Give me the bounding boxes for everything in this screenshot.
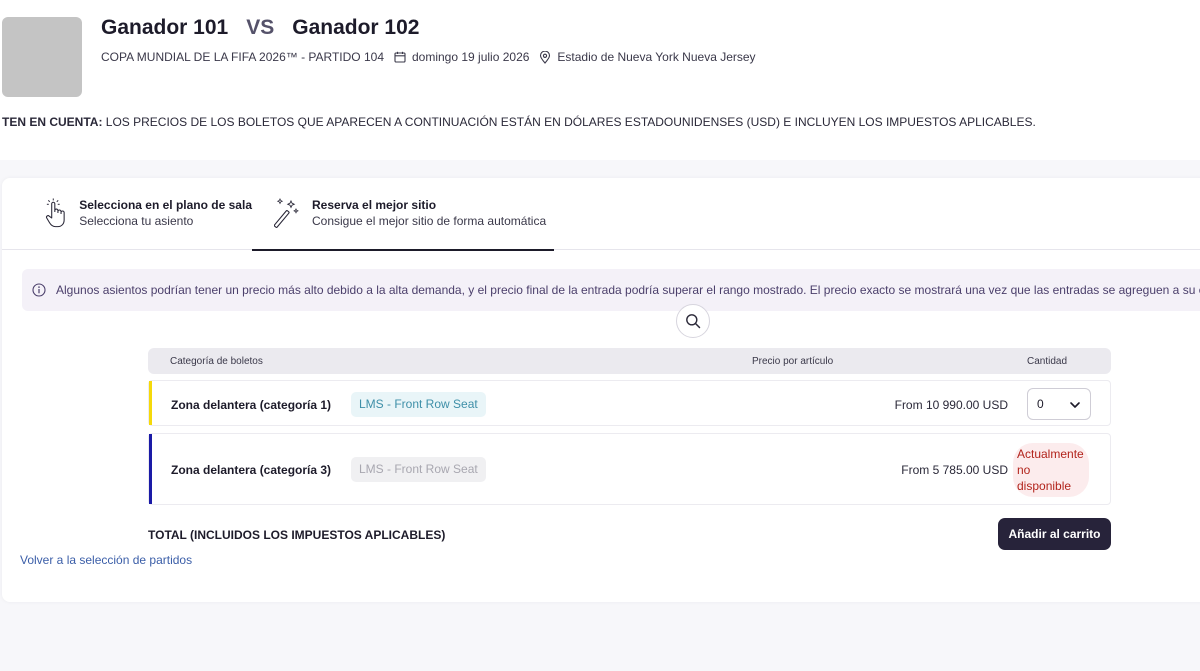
ticket-table-header: Categoría de boletos Precio por artículo…	[148, 348, 1111, 374]
magic-wand-icon	[274, 198, 299, 228]
header-price: Precio por artículo	[752, 356, 834, 367]
venue-label: Estadio de Nueva York Nueva Jersey	[557, 50, 756, 64]
match-date: domingo 19 julio 2026	[412, 50, 530, 64]
price-notice: TEN EN CUENTA: LOS PRECIOS DE LOS BOLETO…	[2, 115, 1036, 129]
row-price: From 5 785.00 USD	[901, 463, 1008, 477]
row-accent-bar	[149, 381, 152, 425]
add-to-cart-button[interactable]: Añadir al carrito	[998, 518, 1111, 550]
quantity-value: 0	[1037, 397, 1044, 411]
back-to-matches-link[interactable]: Volver a la selección de partidos	[20, 553, 192, 567]
location-pin-icon	[539, 50, 551, 64]
match-header: Ganador 101 VS Ganador 102 COPA MUNDIAL …	[0, 0, 1200, 160]
search-button[interactable]	[676, 304, 710, 338]
vs-label: VS	[246, 16, 275, 39]
team-home: Ganador 101	[101, 16, 229, 39]
tab-best-seat-title: Reserva el mejor sitio	[312, 198, 437, 212]
tab-best-seat-subtitle: Consigue el mejor sitio de forma automát…	[312, 214, 547, 228]
total-label: TOTAL (INCLUIDOS LOS IMPUESTOS APLICABLE…	[148, 528, 446, 542]
hand-pointer-icon	[45, 198, 65, 228]
row-seat-tag: LMS - Front Row Seat	[351, 457, 486, 482]
search-icon	[686, 314, 701, 329]
notice-label: TEN EN CUENTA:	[2, 115, 103, 129]
competition-label: COPA MUNDIAL DE LA FIFA 2026™ - PARTIDO …	[101, 50, 384, 64]
row-price: From 10 990.00 USD	[894, 398, 1008, 412]
tab-seat-map-title: Selecciona en el plano de sala	[79, 198, 252, 212]
info-banner-text: Algunos asientos podrían tener un precio…	[56, 283, 1200, 297]
row-category-name: Zona delantera (categoría 1)	[171, 398, 332, 412]
unavailable-badge: Actualmente no disponible	[1013, 443, 1089, 497]
selection-tabs: Selecciona en el plano de sala Seleccion…	[2, 178, 1200, 251]
header-quantity: Cantidad	[1027, 356, 1068, 367]
tab-seat-map[interactable]: Selecciona en el plano de sala Seleccion…	[42, 178, 252, 250]
table-row: Zona delantera (categoría 3) LMS - Front…	[148, 433, 1111, 505]
team-away: Ganador 102	[292, 16, 420, 39]
ticket-selection-card: Selecciona en el plano de sala Seleccion…	[2, 178, 1200, 602]
header-category: Categoría de boletos	[170, 356, 263, 367]
notice-text: LOS PRECIOS DE LOS BOLETOS QUE APARECEN …	[102, 115, 1036, 129]
calendar-icon	[394, 51, 406, 63]
table-row: Zona delantera (categoría 1) LMS - Front…	[148, 380, 1111, 426]
match-thumbnail	[2, 17, 82, 97]
demand-info-banner: Algunos asientos podrían tener un precio…	[22, 269, 1200, 311]
match-title: Ganador 101 VS Ganador 102	[101, 16, 419, 40]
tab-best-seat[interactable]: Reserva el mejor sitio Consigue el mejor…	[252, 178, 554, 251]
row-accent-bar	[149, 434, 152, 504]
tab-seat-map-subtitle: Selecciona tu asiento	[79, 214, 194, 228]
quantity-select[interactable]: 0	[1027, 388, 1091, 420]
match-meta: COPA MUNDIAL DE LA FIFA 2026™ - PARTIDO …	[101, 50, 756, 64]
info-icon	[32, 283, 46, 297]
chevron-down-icon	[1070, 402, 1080, 408]
row-seat-tag: LMS - Front Row Seat	[351, 392, 486, 417]
row-category-name: Zona delantera (categoría 3)	[171, 463, 332, 477]
